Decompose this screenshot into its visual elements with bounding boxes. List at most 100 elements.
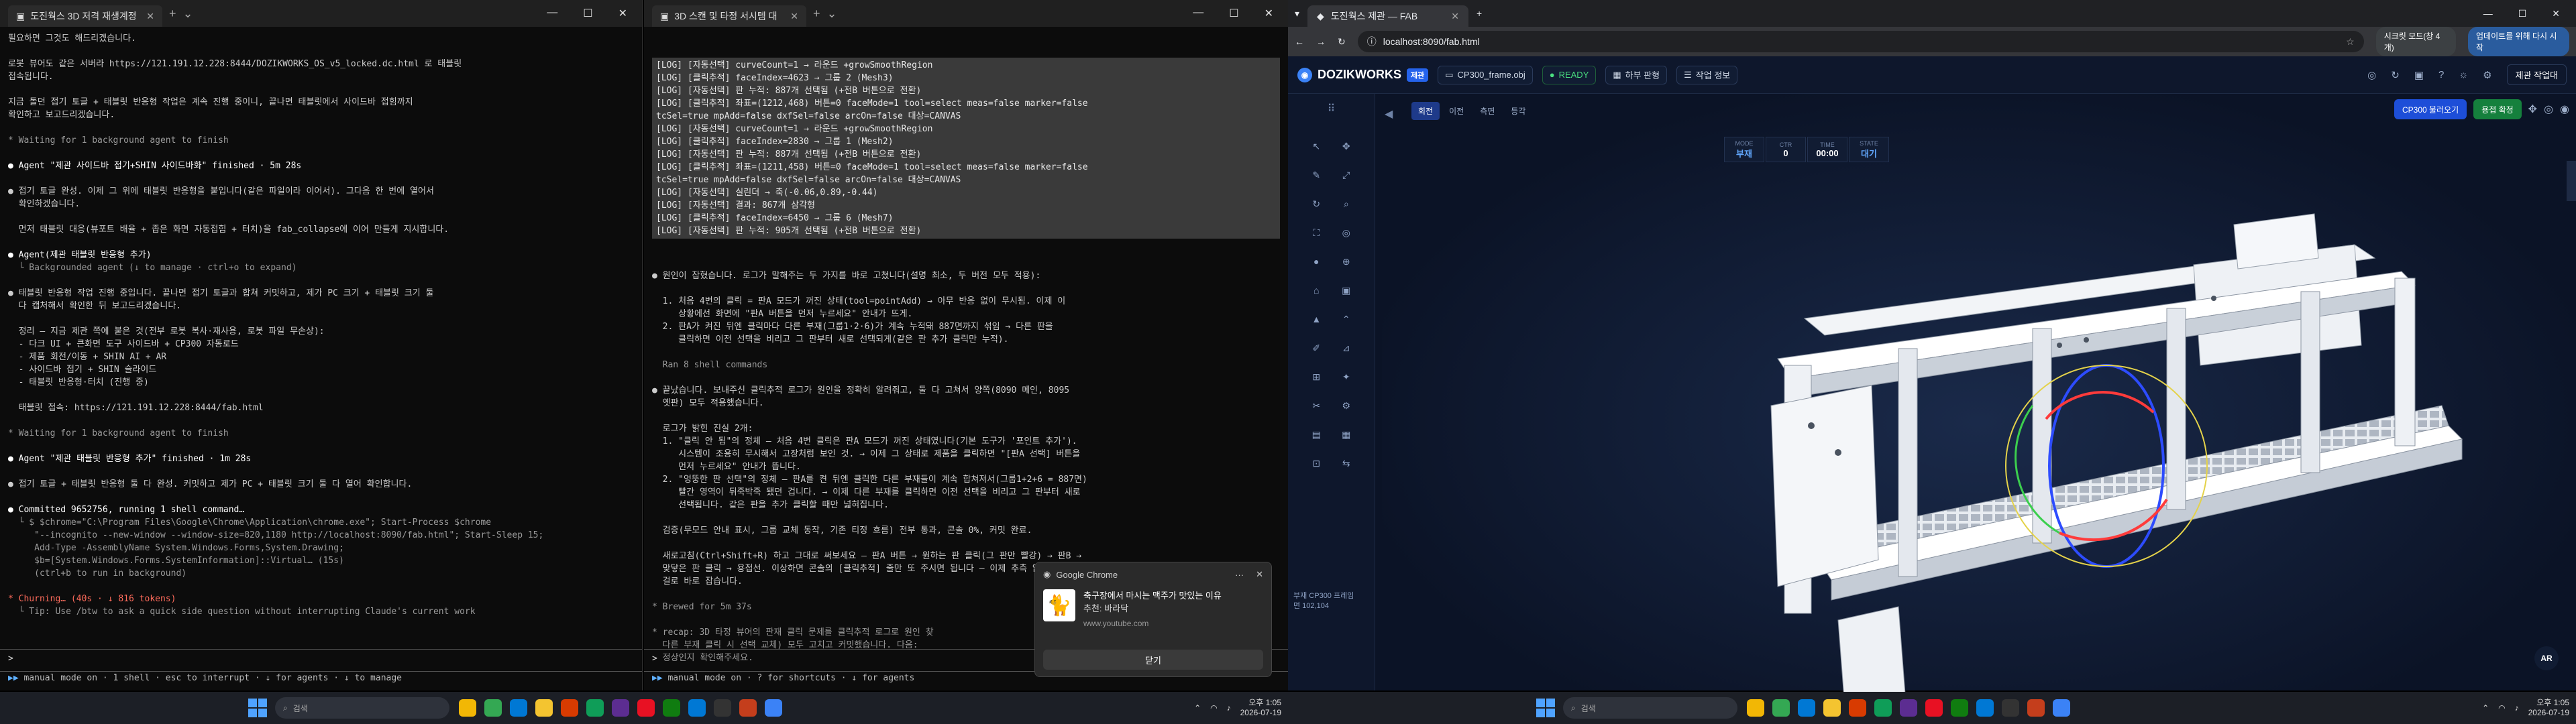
tool-icon[interactable]: ✥ <box>1332 141 1362 152</box>
app-icon[interactable] <box>1900 699 1917 717</box>
terminal-prompt-input[interactable]: > <box>0 649 642 672</box>
compass-icon[interactable]: ◎ <box>2544 103 2553 116</box>
app-icon[interactable] <box>1951 699 1968 717</box>
reload-icon[interactable]: ↻ <box>1338 36 1346 48</box>
tool-icon[interactable]: ● <box>1301 256 1332 267</box>
tool-icon[interactable]: ⌃ <box>1332 314 1362 325</box>
ar-button[interactable]: AR <box>2534 646 2559 670</box>
minimize-icon[interactable]: — <box>2483 8 2493 19</box>
tool-icon[interactable]: ▤ <box>1301 429 1332 440</box>
close-icon[interactable]: ✕ <box>1265 7 1273 20</box>
app-icon[interactable] <box>612 699 629 717</box>
chrome-app-icon[interactable] <box>484 699 502 717</box>
notification-close-button[interactable]: 닫기 <box>1043 650 1263 670</box>
app-icon[interactable] <box>459 699 476 717</box>
tool-icon[interactable]: ⊿ <box>1332 343 1362 354</box>
tool-icon[interactable]: ↻ <box>1301 198 1332 210</box>
clock[interactable]: 오후 1:05 2026-07-19 <box>1240 698 1281 718</box>
collapse-sidebar-icon[interactable]: ◀ <box>1385 107 1393 121</box>
close-tab-icon[interactable]: ✕ <box>790 11 798 22</box>
address-bar[interactable]: ⓘ localhost:8090/fab.html ☆ <box>1357 31 2364 52</box>
tab-menu-icon[interactable]: ▾ <box>1295 8 1299 19</box>
3d-viewport[interactable]: ◀ 회전 이전 측면 등각 CP300 불러오기 용접 확정 ✥ ◎ ◉ MODE 부재… <box>1382 94 2576 708</box>
sun-icon[interactable]: ☼ <box>2459 69 2468 80</box>
chevron-down-icon[interactable]: ⌄ <box>183 7 193 21</box>
terminal-window-left[interactable]: ▣ 도진웍스 3D 저격 재생계정 ✕ + ⌄ — ☐ ✕ 필요하면 그것도 해… <box>0 0 643 690</box>
bookmark-star-icon[interactable]: ☆ <box>2346 36 2355 48</box>
close-icon[interactable]: ✕ <box>2552 8 2560 19</box>
load-cp300-button[interactable]: CP300 불러오기 <box>2394 99 2467 119</box>
folder-app-icon[interactable] <box>1823 699 1841 717</box>
terminal-app-icon[interactable] <box>714 699 731 717</box>
chevron-down-icon[interactable]: ⌄ <box>827 7 837 21</box>
tool-icon[interactable]: ▣ <box>1332 285 1362 296</box>
browser-tab[interactable]: ◆ 도진웍스 제관 — FAB ✕ <box>1307 5 1469 27</box>
app-icon[interactable] <box>765 699 782 717</box>
forward-icon[interactable]: → <box>1316 36 1326 47</box>
terminal-app-icon[interactable] <box>2002 699 2019 717</box>
start-button[interactable] <box>248 699 267 717</box>
volume-icon[interactable]: ♪ <box>2515 703 2519 713</box>
taskbar-search[interactable]: ⌕ 검색 <box>275 697 449 719</box>
tool-icon[interactable]: ⚙ <box>1332 400 1362 412</box>
vscode-app-icon[interactable] <box>1976 699 1994 717</box>
app-icon[interactable] <box>1747 699 1764 717</box>
start-button[interactable] <box>1536 699 1555 717</box>
more-icon[interactable]: ··· <box>1235 570 1244 580</box>
view-tab[interactable]: 측면 <box>1473 102 1501 120</box>
app-icon[interactable] <box>2053 699 2070 717</box>
tool-icon[interactable]: ▦ <box>1332 429 1362 440</box>
confirm-weld-button[interactable]: 용접 확정 <box>2473 99 2522 119</box>
job-info-button[interactable]: ☰ 작업 정보 <box>1676 65 1738 84</box>
update-button[interactable]: 업데이트를 위해 다시 시작 <box>2468 27 2569 56</box>
settings-icon[interactable]: ⚙ <box>2483 69 2491 81</box>
minimize-icon[interactable]: — <box>547 7 557 20</box>
app-icon[interactable] <box>561 699 578 717</box>
view-tab[interactable]: 이전 <box>1442 102 1470 120</box>
maximize-icon[interactable]: ☐ <box>583 7 592 20</box>
edge-app-icon[interactable] <box>1798 699 1815 717</box>
chrome-app-icon[interactable] <box>1772 699 1790 717</box>
view-tab[interactable]: 등각 <box>1504 102 1532 120</box>
tool-icon[interactable]: ⊕ <box>1332 256 1362 267</box>
incognito-chip[interactable]: 시크릿 모드(창 4개) <box>2375 27 2457 56</box>
wifi-icon[interactable]: ◠ <box>2498 703 2505 713</box>
chevron-up-icon[interactable]: ⌃ <box>2482 703 2489 713</box>
tool-icon[interactable]: ✦ <box>1332 371 1362 383</box>
move-icon[interactable]: ✥ <box>2528 103 2537 116</box>
cp300-frame-model[interactable] <box>1523 184 2542 714</box>
app-icon[interactable] <box>637 699 655 717</box>
close-icon[interactable]: ✕ <box>1256 569 1263 580</box>
taskbar-search[interactable]: ⌕ 검색 <box>1563 697 1737 719</box>
image-icon[interactable]: ▣ <box>2414 69 2424 81</box>
shin-panel-handle[interactable] <box>2567 161 2576 201</box>
chrome-notification[interactable]: ◉ Google Chrome ··· ✕ 🐈 축구장에서 마시는 맥주가 맛있… <box>1034 562 1272 677</box>
app-icon[interactable] <box>739 699 757 717</box>
edge-app-icon[interactable] <box>510 699 527 717</box>
tool-icon[interactable]: ◎ <box>1332 227 1362 239</box>
back-icon[interactable]: ← <box>1295 36 1304 47</box>
app-icon[interactable] <box>2027 699 2045 717</box>
folder-app-icon[interactable] <box>535 699 553 717</box>
tool-icon[interactable]: ▲ <box>1301 314 1332 325</box>
tool-icon[interactable]: ⊡ <box>1301 458 1332 469</box>
maximize-icon[interactable]: ☐ <box>2518 8 2527 19</box>
tool-icon[interactable]: ⇆ <box>1332 458 1362 469</box>
new-tab-icon[interactable]: + <box>813 7 820 21</box>
help-icon[interactable]: ? <box>2438 69 2444 80</box>
tool-icon[interactable]: ⊞ <box>1301 371 1332 383</box>
tool-icon[interactable]: ⤢ <box>1332 170 1362 181</box>
target-icon[interactable]: ◎ <box>2367 69 2376 81</box>
close-tab-icon[interactable]: ✕ <box>146 11 154 22</box>
app-icon[interactable] <box>1874 699 1892 717</box>
refresh-icon[interactable]: ↻ <box>2391 69 2400 81</box>
chevron-up-icon[interactable]: ⌃ <box>1194 703 1201 713</box>
tool-icon[interactable]: ✐ <box>1301 343 1332 354</box>
tool-icon[interactable]: ✂ <box>1301 400 1332 412</box>
eye-icon[interactable]: ◉ <box>2560 103 2569 116</box>
tool-icon[interactable]: ↖ <box>1301 141 1332 152</box>
info-icon[interactable]: ⓘ <box>1367 35 1377 48</box>
view-tab[interactable]: 회전 <box>1411 102 1440 120</box>
tool-icon[interactable]: ⌕ <box>1332 198 1362 210</box>
app-icon[interactable] <box>663 699 680 717</box>
